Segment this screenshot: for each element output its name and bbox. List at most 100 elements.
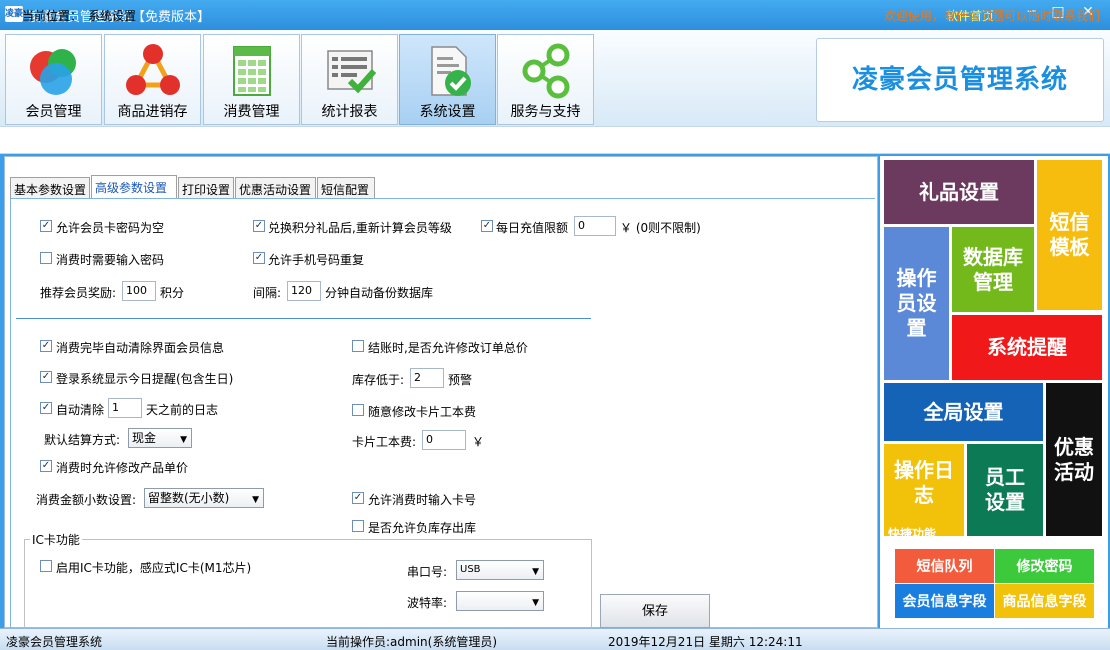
daily-topup-limit-input[interactable]: 0 [574, 216, 616, 236]
allow-empty-card-pwd-label: 允许会员卡密码为空 [56, 221, 165, 235]
stock-low-suffix: 预警 [448, 373, 473, 387]
allow-dup-phone-label: 允许手机号码重复 [268, 253, 365, 267]
subtab-basic-params[interactable]: 基本参数设置 [10, 177, 90, 199]
location-label: 当前位置： [22, 9, 83, 23]
allow-card-input-checkbox[interactable]: ✓ [352, 492, 364, 504]
daily-topup-limit-suffix: ￥ (0则不限制) [620, 221, 701, 235]
tab-inventory-label: 商品进销存 [117, 104, 188, 120]
default-payment-value: 现金 [132, 431, 157, 445]
tab-service-support[interactable]: 服务与支持 [497, 34, 594, 125]
tab-consumption[interactable]: 消费管理 [203, 34, 300, 125]
allow-negative-stock-label: 是否允许负库存出库 [368, 521, 477, 535]
tile-operator-settings[interactable]: 操作员设置 [884, 227, 949, 380]
baud-rate-label: 波特率: [407, 596, 448, 610]
tile-system-reminder[interactable]: 系统提醒 [952, 315, 1102, 380]
subtab-promotions[interactable]: 优惠活动设置 [235, 177, 316, 199]
members-icon [29, 49, 76, 95]
allow-card-input-label: 允许消费时输入卡号 [368, 493, 477, 507]
ic-card-group-title: IC卡功能 [30, 531, 82, 548]
enable-ic-checkbox[interactable] [40, 560, 52, 572]
tile-gift-settings[interactable]: 礼品设置 [884, 160, 1034, 224]
product-fields-button[interactable]: 商品信息字段 [995, 584, 1094, 618]
sms-queue-button[interactable]: 短信队列 [895, 549, 994, 583]
enable-ic-label: 启用IC卡功能，感应式IC卡(M1芯片) [56, 561, 252, 575]
serial-port-value: USB [460, 564, 481, 575]
allow-dup-phone-checkbox[interactable]: ✓ [253, 252, 265, 264]
daily-topup-limit-label: 每日充值限额 [496, 221, 569, 235]
status-app-name: 凌豪会员管理系统 [6, 635, 103, 649]
tab-members-label: 会员管理 [25, 104, 82, 120]
tab-reports[interactable]: 统计报表 [301, 34, 398, 125]
subtab-advanced-params[interactable]: 高级参数设置 [91, 175, 177, 199]
daily-topup-limit-checkbox[interactable]: ✓ [481, 220, 493, 232]
backup-interval-input[interactable]: 120 [287, 281, 321, 301]
status-datetime: 2019年12月21日 星期六 12:24:11 [608, 635, 803, 649]
member-fields-button[interactable]: 会员信息字段 [895, 584, 994, 618]
backup-interval-label: 间隔: [253, 286, 282, 300]
recalc-level-label: 兑换积分礼品后,重新计算会员等级 [268, 221, 452, 235]
card-fee-label: 卡片工本费: [352, 435, 417, 449]
change-password-button[interactable]: 修改密码 [995, 549, 1094, 583]
auto-clear-after-consume-label: 消费完毕自动清除界面会员信息 [56, 341, 225, 355]
allow-negative-stock-checkbox[interactable] [352, 520, 364, 532]
allow-edit-total-checkbox[interactable] [352, 340, 364, 352]
auto-clear-logs-label: 自动清除 [56, 403, 105, 417]
tab-inventory[interactable]: 商品进销存 [104, 34, 201, 125]
tile-promotions[interactable]: 优惠活动 [1046, 383, 1102, 536]
backup-interval-suffix: 分钟自动备份数据库 [325, 286, 434, 300]
default-payment-label: 默认结算方式: [44, 433, 121, 447]
stock-low-label: 库存低于: [352, 373, 405, 387]
tab-system-settings-label: 系统设置 [419, 104, 476, 120]
auto-clear-logs-checkbox[interactable]: ✓ [40, 402, 52, 414]
tile-sms-template[interactable]: 短信模板 [1037, 160, 1102, 310]
default-payment-select[interactable]: 现金 ▼ [128, 428, 192, 448]
card-fee-input[interactable]: 0 [422, 430, 466, 450]
brand-banner: 凌豪会员管理系统 [816, 38, 1104, 122]
tile-staff-settings[interactable]: 员工设置 [967, 444, 1043, 536]
chevron-down-icon: ▼ [532, 598, 539, 608]
need-pwd-on-consume-checkbox[interactable] [40, 252, 52, 264]
tab-reports-label: 统计报表 [321, 104, 378, 120]
app-logo-icon: 凌豪 [5, 6, 23, 22]
tile-global-settings[interactable]: 全局设置 [884, 383, 1043, 441]
ic-card-group [24, 539, 592, 629]
referral-reward-input[interactable]: 100 [122, 281, 156, 301]
baud-rate-select[interactable]: ▼ [456, 591, 544, 611]
allow-edit-unit-price-checkbox[interactable]: ✓ [40, 460, 52, 472]
login-today-reminder-label: 登录系统显示今日提醒(包含生日) [56, 372, 234, 386]
tile-database-management[interactable]: 数据库管理 [952, 227, 1034, 312]
need-pwd-on-consume-label: 消费时需要输入密码 [56, 253, 165, 267]
chevron-down-icon: ▼ [532, 567, 539, 577]
referral-reward-suffix: 积分 [160, 286, 185, 300]
subtab-print[interactable]: 打印设置 [178, 177, 234, 199]
allow-edit-total-label: 结账时,是否允许修改订单总价 [368, 341, 528, 355]
welcome-message: 欢迎使用，有什么问题可以随时联系我们 [884, 9, 1101, 23]
status-bar: 凌豪会员管理系统 当前操作员:admin(系统管理员) 2019年12月21日 … [0, 628, 1110, 650]
tile-operation-log[interactable]: 操作日志 [884, 444, 964, 536]
allow-empty-card-pwd-checkbox[interactable]: ✓ [40, 220, 52, 232]
decimal-setting-value: 留整数(无小数) [148, 491, 230, 505]
login-today-reminder-checkbox[interactable]: ✓ [40, 371, 52, 383]
inventory-icon [125, 44, 180, 95]
location-value: 系统设置 [88, 9, 137, 23]
quick-functions-label: 快捷功能 [888, 527, 937, 541]
serial-port-select[interactable]: USB ▼ [456, 560, 544, 580]
decimal-setting-select[interactable]: 留整数(无小数) ▼ [144, 488, 264, 508]
tab-service-support-label: 服务与支持 [510, 104, 581, 120]
tab-system-settings[interactable]: 系统设置 [399, 34, 496, 125]
stock-low-input[interactable]: 2 [410, 368, 444, 388]
chevron-down-icon: ▼ [180, 435, 187, 445]
subtab-sms-config[interactable]: 短信配置 [317, 177, 375, 199]
auto-clear-after-consume-checkbox[interactable]: ✓ [40, 340, 52, 352]
card-fee-suffix: ￥ [472, 435, 485, 449]
tab-members[interactable]: 会员管理 [5, 34, 102, 125]
recalc-level-checkbox[interactable]: ✓ [253, 220, 265, 232]
edit-card-fee-checkbox[interactable] [352, 404, 364, 416]
auto-clear-logs-days-input[interactable]: 1 [108, 398, 142, 418]
save-button[interactable]: 保存 [600, 594, 710, 628]
edit-card-fee-label: 随意修改卡片工本费 [368, 405, 477, 419]
report-icon [326, 50, 376, 94]
allow-edit-unit-price-label: 消费时允许修改产品单价 [56, 461, 189, 475]
location-bar [0, 126, 1110, 154]
chevron-down-icon: ▼ [252, 495, 259, 505]
